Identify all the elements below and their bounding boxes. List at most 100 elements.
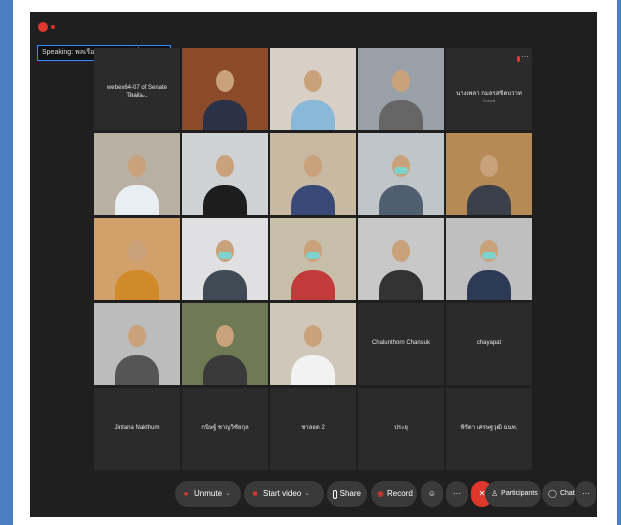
reactions-button[interactable]: ☺ <box>421 481 443 507</box>
participant-body <box>379 270 423 300</box>
start-video-button[interactable]: ■ Start video ⌄ <box>244 481 324 507</box>
participant-head <box>392 240 410 262</box>
more-icon: ··· <box>453 489 461 498</box>
participant-name: พิรัตา เศรษฐวุฒิ ฉนท. <box>460 425 518 431</box>
participants-label: Participants <box>501 490 538 497</box>
participant-name: Jintana Nakthum <box>114 425 160 431</box>
participant-tile[interactable] <box>182 218 268 300</box>
participant-head <box>216 155 234 177</box>
participant-body <box>379 185 423 215</box>
chevron-down-icon[interactable]: ⌄ <box>225 481 231 507</box>
participant-body <box>203 100 247 130</box>
participant-tile[interactable] <box>358 48 444 130</box>
participant-tile[interactable] <box>270 303 356 385</box>
chat-label: Chat <box>559 490 575 497</box>
participant-body <box>467 270 511 300</box>
more-right-button[interactable]: ··· <box>576 481 596 507</box>
recording-dot-icon <box>51 25 55 29</box>
participant-tile[interactable] <box>358 218 444 300</box>
share-button[interactable]: Share <box>327 481 367 507</box>
participant-body <box>115 185 159 215</box>
participant-tile[interactable] <box>358 133 444 215</box>
recording-indicator-icon <box>38 22 48 32</box>
participant-tile[interactable] <box>94 218 180 300</box>
face-mask <box>306 252 320 259</box>
participant-body <box>467 185 511 215</box>
share-label: Share <box>339 489 361 498</box>
mic-muted-icon: ● <box>183 489 189 498</box>
participant-tile[interactable] <box>270 48 356 130</box>
camera-off-icon: ■ <box>252 489 258 498</box>
chat-button[interactable]: ◯ Chat <box>542 481 576 507</box>
participant-role: Host, me <box>128 93 145 98</box>
participant-tile[interactable]: ประยุ <box>358 388 444 470</box>
participant-name: Chalunthorn Chansuk <box>371 340 431 346</box>
participant-tile[interactable] <box>446 218 532 300</box>
zoom-meeting-window: Speaking: พลเรือเอก ชัยวัฒน์ เปี่ยมสมุทร… <box>30 12 597 517</box>
participant-body <box>203 185 247 215</box>
right-blue-frame <box>617 0 621 525</box>
participant-name: นางเพลา กมลรสขิตบวาท <box>456 91 522 97</box>
participant-head <box>216 325 234 347</box>
face-mask <box>218 252 232 259</box>
participant-tile[interactable]: Jintana Nakthum <box>94 388 180 470</box>
more-button[interactable]: ··· <box>446 481 468 507</box>
participant-tile[interactable]: webex64-07 of Senate Thaila... Host, me <box>94 48 180 130</box>
participant-head <box>304 70 322 92</box>
participant-head <box>216 70 234 92</box>
participant-head <box>304 155 322 177</box>
participant-body <box>291 100 335 130</box>
participant-body <box>203 355 247 385</box>
participant-head <box>128 240 146 262</box>
participant-tile[interactable] <box>270 218 356 300</box>
participant-body <box>115 270 159 300</box>
tile-menu-icon[interactable]: ··· <box>521 52 529 61</box>
chevron-down-icon[interactable]: ⌄ <box>304 481 310 507</box>
participant-name: chayapat <box>476 340 502 346</box>
share-icon <box>333 489 337 499</box>
participant-body <box>291 355 335 385</box>
participant-name: ประยุ <box>394 425 408 431</box>
record-button[interactable]: ◉ Record <box>371 481 417 507</box>
participant-role: Cohost <box>482 98 496 103</box>
participant-body <box>379 100 423 130</box>
participant-head <box>480 155 498 177</box>
participant-body <box>115 355 159 385</box>
participant-body <box>291 185 335 215</box>
participant-tile[interactable]: นางเพลา กมลรสขิตบวาท Cohost ··· <box>446 48 532 130</box>
participant-tile[interactable] <box>182 133 268 215</box>
participant-tile[interactable] <box>182 303 268 385</box>
participants-button[interactable]: ♙ Participants <box>485 481 541 507</box>
participant-head <box>128 325 146 347</box>
participant-tile[interactable]: พิรัตา เศรษฐวุฒิ ฉนท. <box>446 388 532 470</box>
participant-tile[interactable] <box>446 133 532 215</box>
chat-icon: ◯ <box>548 489 557 498</box>
participant-head <box>392 70 410 92</box>
participants-icon: ♙ <box>491 489 499 498</box>
face-mask <box>482 252 496 259</box>
start-video-label: Start video <box>263 489 302 498</box>
participant-name: ชาลอด 2 <box>301 425 325 431</box>
participant-tile[interactable] <box>94 133 180 215</box>
record-label: Record <box>386 489 413 498</box>
participant-tile[interactable] <box>182 48 268 130</box>
unmute-label: Unmute <box>194 489 223 498</box>
participant-name: กนิษฐ์ ชาญวิชัยกุล <box>201 425 249 431</box>
left-blue-frame <box>0 0 13 525</box>
participant-tile[interactable]: ชาลอด 2 <box>270 388 356 470</box>
participant-tile[interactable]: Chalunthorn Chansuk <box>358 303 444 385</box>
record-icon: ◉ <box>377 489 384 498</box>
unmute-button[interactable]: ● Unmute ⌄ <box>175 481 241 507</box>
face-mask <box>394 167 408 174</box>
participant-tile[interactable]: กนิษฐ์ ชาญวิชัยกุล <box>182 388 268 470</box>
participant-tile[interactable] <box>94 303 180 385</box>
participant-body <box>291 270 335 300</box>
participant-tile[interactable]: chayapat <box>446 303 532 385</box>
participant-body <box>203 270 247 300</box>
participant-head <box>304 325 322 347</box>
smiley-icon: ☺ <box>427 489 437 498</box>
participant-tile[interactable] <box>270 133 356 215</box>
more-right-icon: ··· <box>582 489 590 498</box>
mic-muted-icon <box>517 56 520 62</box>
participant-head <box>128 155 146 177</box>
